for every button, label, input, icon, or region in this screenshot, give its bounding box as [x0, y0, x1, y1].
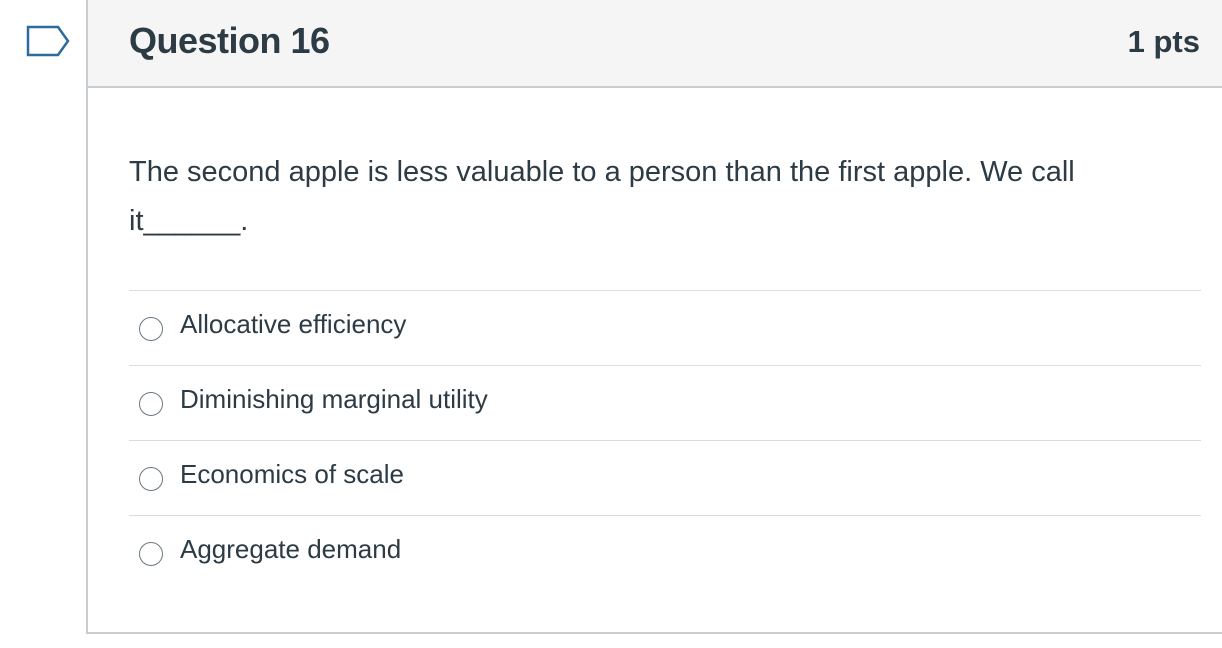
answer-option-2[interactable]: Diminishing marginal utility [129, 365, 1201, 440]
question-text: The second apple is less valuable to a p… [129, 156, 1075, 237]
answer-label[interactable]: Diminishing marginal utility [180, 384, 488, 415]
answer-option-1[interactable]: Allocative efficiency [129, 290, 1201, 365]
radio-button[interactable] [139, 317, 163, 341]
question-card: Question 16 1 pts The second apple is le… [86, 0, 1222, 634]
answer-label[interactable]: Economics of scale [180, 459, 404, 490]
radio-button[interactable] [139, 392, 163, 416]
answer-list: Allocative efficiency Diminishing margin… [129, 290, 1201, 590]
radio-button[interactable] [139, 542, 163, 566]
radio-button[interactable] [139, 467, 163, 491]
answer-option-3[interactable]: Economics of scale [129, 440, 1201, 515]
answer-label[interactable]: Aggregate demand [180, 534, 401, 565]
question-points: 1 pts [1127, 24, 1200, 59]
answer-option-4[interactable]: Aggregate demand [129, 515, 1201, 590]
answer-label[interactable]: Allocative efficiency [180, 309, 406, 340]
question-title: Question 16 [129, 20, 330, 61]
flag-column [0, 0, 87, 648]
question-header: Question 16 1 pts [88, 0, 1222, 88]
flag-question-icon[interactable] [26, 25, 70, 57]
